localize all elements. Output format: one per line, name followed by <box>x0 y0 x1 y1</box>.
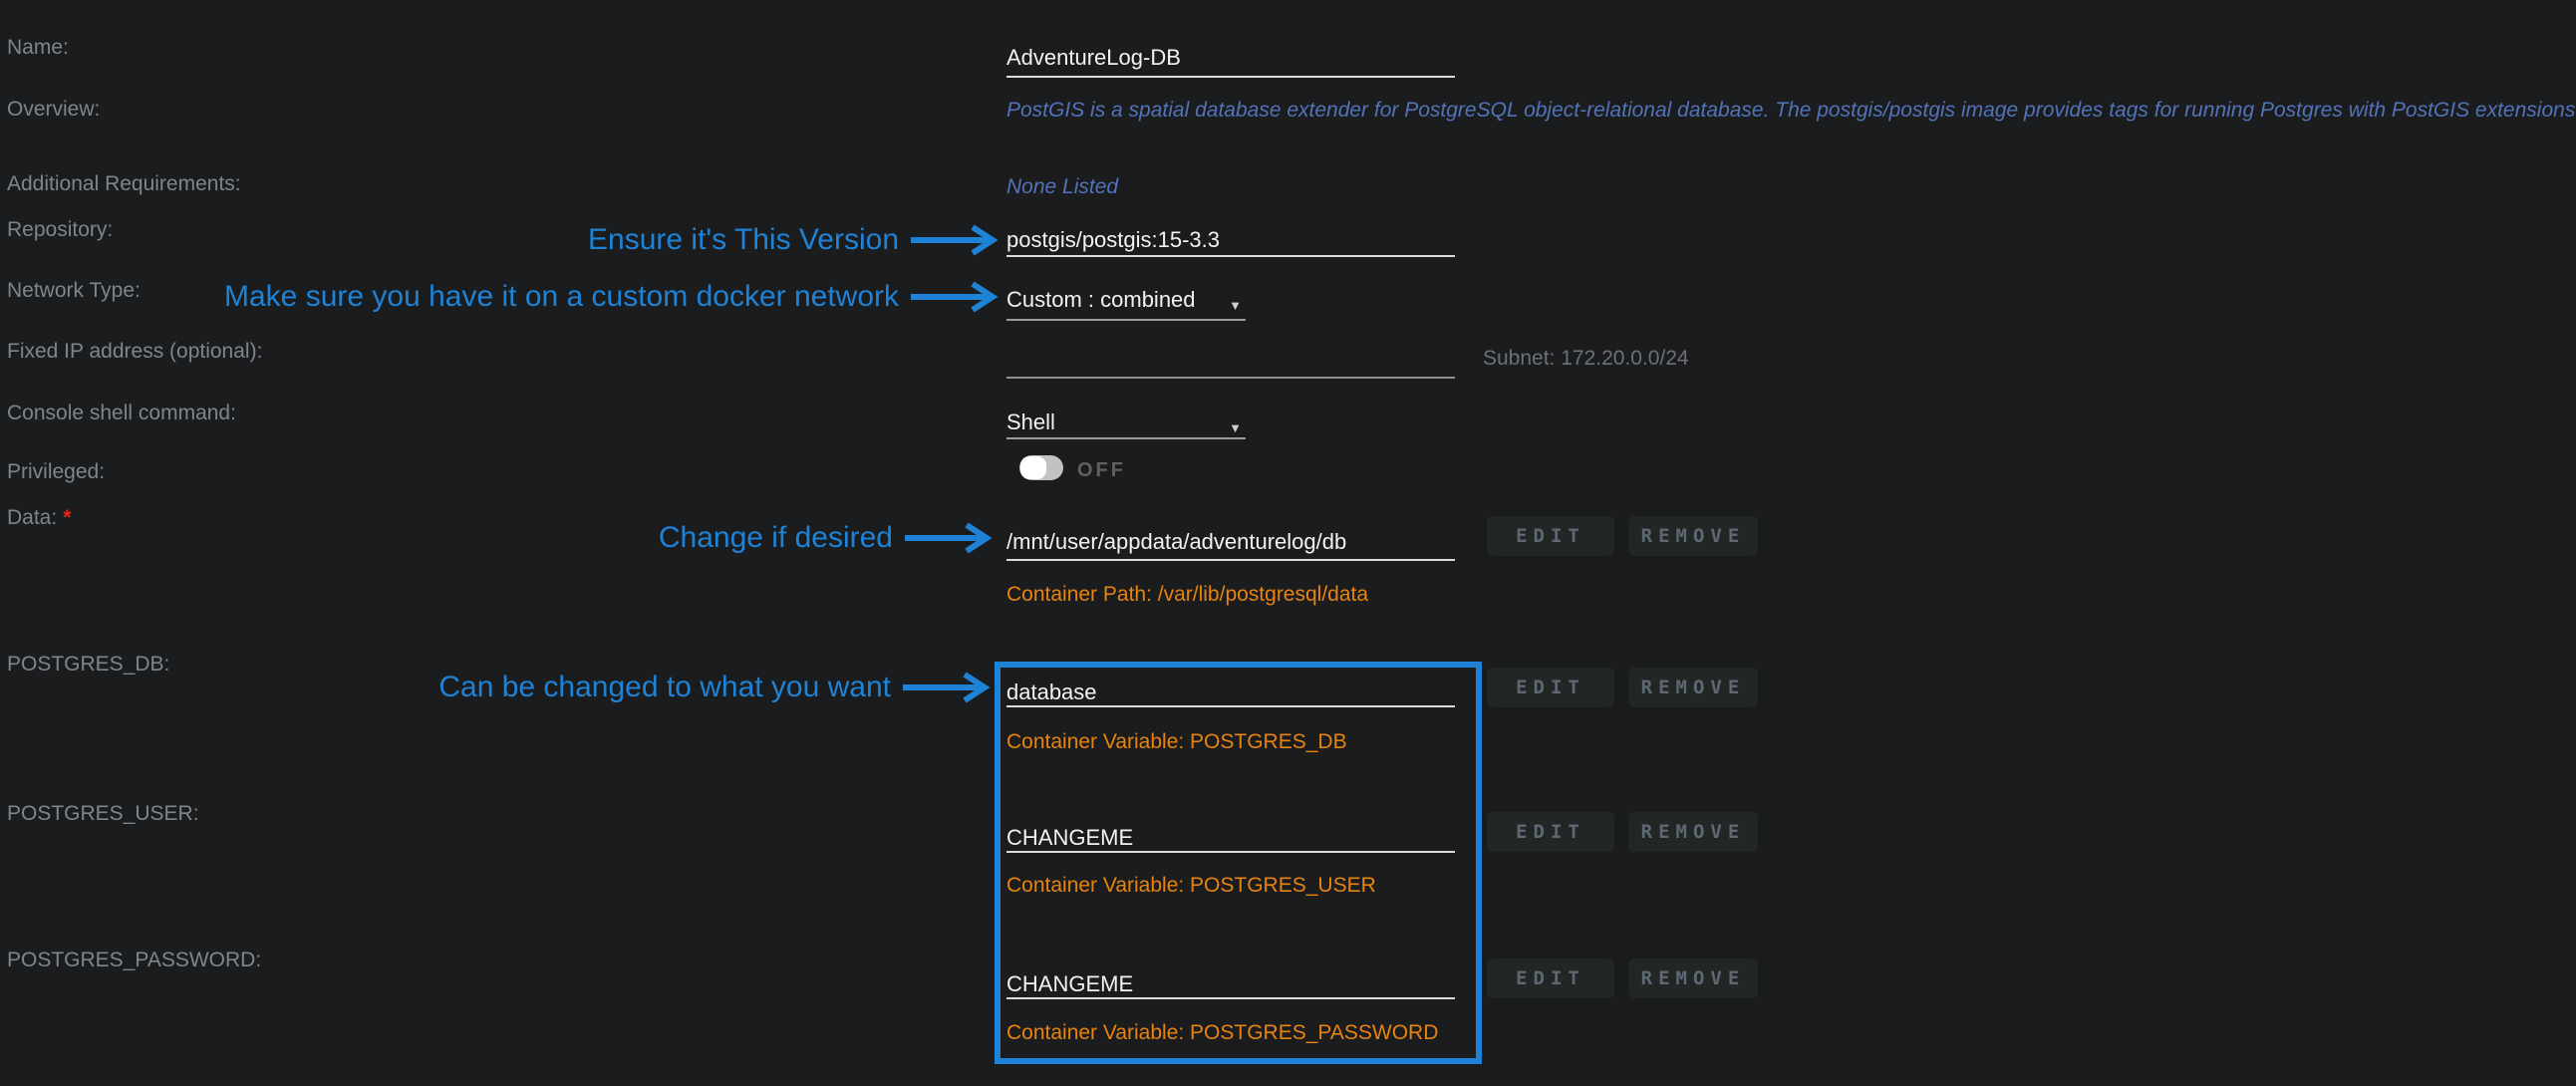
field-label-name: Name: <box>7 36 69 60</box>
annotation-data: Change if desired <box>0 520 995 556</box>
postgres-user-edit-button[interactable]: EDIT <box>1487 812 1614 852</box>
toggle-knob <box>1020 456 1046 479</box>
annotation-network-text: Make sure you have it on a custom docker… <box>224 280 899 314</box>
container-variable-note-password: Container Variable: POSTGRES_PASSWORD <box>1006 1021 1438 1045</box>
container-path-note: Container Path: /var/lib/postgresql/data <box>1006 583 1368 607</box>
container-variable-note-user: Container Variable: POSTGRES_USER <box>1006 874 1376 898</box>
field-label-postgres-user: POSTGRES_USER: <box>7 802 199 826</box>
overview-text: PostGIS is a spatial database extender f… <box>1006 99 2576 123</box>
annotation-network: Make sure you have it on a custom docker… <box>0 279 1001 315</box>
field-label-privileged: Privileged: <box>7 460 105 484</box>
postgres-password-remove-button[interactable]: REMOVE <box>1628 958 1758 998</box>
console-shell-selected-value: Shell <box>1006 409 1055 434</box>
highlight-box <box>995 662 1482 1064</box>
fixed-ip-input[interactable] <box>1006 351 1455 379</box>
privileged-state-label: OFF <box>1077 459 1126 482</box>
arrow-right-icon <box>901 672 993 703</box>
field-label-console-shell: Console shell command: <box>7 402 236 425</box>
annotation-repository: Ensure it's This Version <box>0 222 1001 258</box>
arrow-right-icon <box>903 522 995 554</box>
postgres-user-input[interactable] <box>1006 825 1455 853</box>
network-type-select[interactable]: Custom : combined ▼ <box>1006 287 1246 321</box>
subnet-note: Subnet: 172.20.0.0/24 <box>1483 347 1689 371</box>
annotation-postgres-text: Can be changed to what you want <box>438 671 891 704</box>
network-type-selected-value: Custom : combined <box>1006 287 1196 312</box>
name-input[interactable] <box>1006 45 1455 78</box>
docker-template-form: Name: Overview: Additional Requirements:… <box>0 0 2576 1086</box>
repository-input[interactable] <box>1006 227 1455 257</box>
data-edit-button[interactable]: EDIT <box>1487 516 1614 556</box>
annotation-postgres: Can be changed to what you want <box>0 670 993 705</box>
postgres-user-remove-button[interactable]: REMOVE <box>1628 812 1758 852</box>
annotation-data-text: Change if desired <box>659 521 893 555</box>
field-label-fixed-ip: Fixed IP address (optional): <box>7 340 262 364</box>
postgres-db-edit-button[interactable]: EDIT <box>1487 668 1614 707</box>
annotation-repository-text: Ensure it's This Version <box>588 223 899 257</box>
container-variable-note-db: Container Variable: POSTGRES_DB <box>1006 730 1347 754</box>
arrow-right-icon <box>909 281 1001 313</box>
postgres-password-edit-button[interactable]: EDIT <box>1487 958 1614 998</box>
data-remove-button[interactable]: REMOVE <box>1628 516 1758 556</box>
privileged-toggle[interactable] <box>1019 455 1063 480</box>
additional-requirements-value: None Listed <box>1006 175 1118 199</box>
field-label-additional-requirements: Additional Requirements: <box>7 172 241 196</box>
console-shell-select[interactable]: Shell ▼ <box>1006 409 1246 439</box>
postgres-password-input[interactable] <box>1006 971 1455 999</box>
field-label-overview: Overview: <box>7 98 100 122</box>
caret-down-icon: ▼ <box>1229 293 1242 319</box>
field-label-postgres-password: POSTGRES_PASSWORD: <box>7 949 261 972</box>
postgres-db-input[interactable] <box>1006 679 1455 707</box>
caret-down-icon: ▼ <box>1229 415 1242 441</box>
arrow-right-icon <box>909 224 1001 256</box>
data-path-input[interactable] <box>1006 529 1455 561</box>
postgres-db-remove-button[interactable]: REMOVE <box>1628 668 1758 707</box>
